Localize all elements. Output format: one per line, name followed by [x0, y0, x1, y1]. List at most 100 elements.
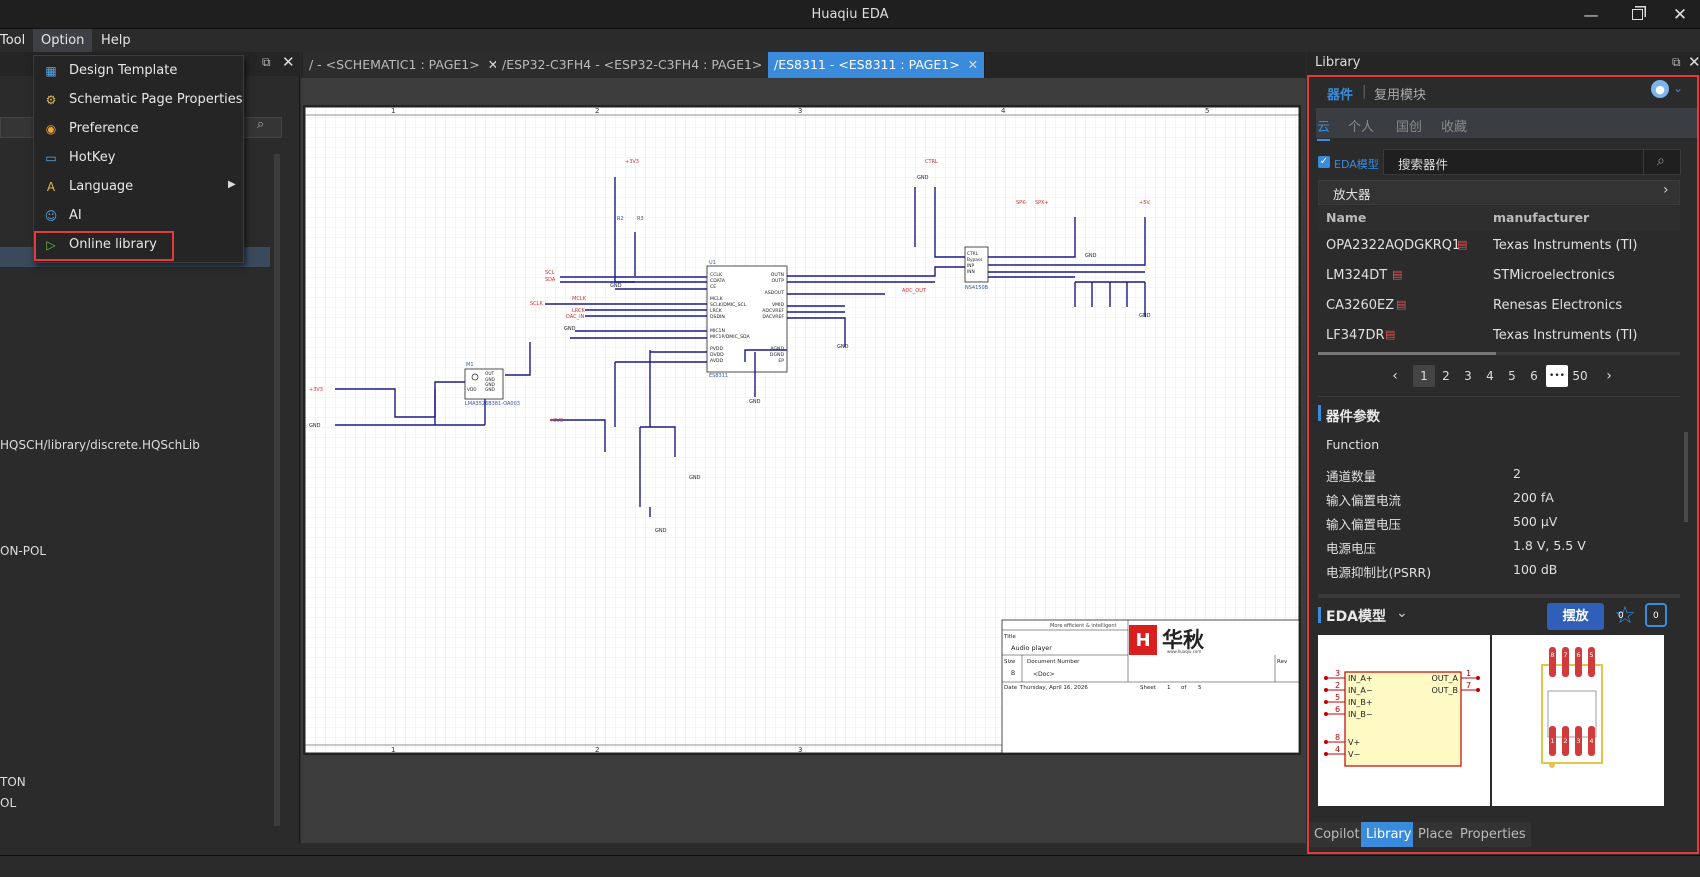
library-panel-header	[1307, 52, 1700, 75]
menu-item-label: Preference	[69, 121, 139, 136]
menu-item-label: HotKey	[69, 150, 116, 165]
svg-text:Sheet: Sheet	[1140, 685, 1157, 691]
search-icon: ⌕	[257, 117, 265, 132]
col-number: 3	[798, 746, 802, 753]
maximize-button[interactable]	[1614, 0, 1660, 29]
col-number: 5	[1205, 107, 1209, 115]
svg-text:H: H	[1135, 630, 1150, 651]
svg-text:GND: GND	[1139, 313, 1151, 319]
svg-text:MCLK: MCLK	[572, 296, 587, 302]
menu-item-label: Design Template	[69, 63, 178, 78]
menu-item-ai[interactable]: ☺ AI	[34, 201, 245, 230]
menu-bar	[0, 29, 1700, 52]
menu-item-schematic-page-properties[interactable]: ⚙ Schematic Page Properties	[34, 85, 245, 114]
project-scrollbar[interactable]	[274, 154, 280, 826]
svg-text:ADCVREF: ADCVREF	[762, 308, 784, 314]
svg-text:SCL: SCL	[545, 270, 555, 276]
svg-text:OUT: OUT	[485, 371, 495, 377]
svg-text:VMID: VMID	[772, 302, 784, 308]
tab-es8311[interactable]: /ES8311 - <ES8311 : PAGE1> ✕	[768, 52, 986, 78]
menu-item-design-template[interactable]: ▦ Design Template	[34, 56, 245, 85]
svg-text:GND: GND	[309, 423, 321, 429]
svg-text:Title: Title	[1003, 634, 1016, 640]
svg-text:DVDD: DVDD	[710, 352, 724, 358]
library-highlight-outline	[1307, 75, 1699, 854]
tree-item-on-pol[interactable]: ON-POL	[0, 544, 46, 558]
amplifier-symbol[interactable]: CTRL Bypass INP INN NS4150B	[964, 246, 989, 291]
svg-text:R2: R2	[617, 216, 624, 222]
svg-text:GND: GND	[564, 326, 576, 332]
svg-text:VDD: VDD	[467, 387, 477, 393]
menu-item-preference[interactable]: ◉ Preference	[34, 114, 245, 143]
close-panel-icon[interactable]: ✕	[1688, 53, 1700, 71]
menu-item-label: AI	[69, 208, 82, 223]
svg-text:Audio player: Audio player	[1011, 644, 1052, 652]
col-number: 4	[1001, 107, 1006, 115]
svg-text:U1: U1	[709, 260, 716, 266]
svg-text:+3V3: +3V3	[625, 159, 639, 165]
app-title: Huaqiu EDA	[811, 7, 889, 22]
svg-text:CDATA: CDATA	[710, 278, 726, 284]
tab-esp32[interactable]: /ESP32-C3FH4 - <ESP32-C3FH4 : PAGE1>✕	[496, 52, 788, 78]
svg-text:GND: GND	[917, 175, 929, 181]
keyboard-icon: ▭	[45, 150, 57, 165]
status-bar	[0, 855, 1700, 877]
svg-text:CTRL: CTRL	[925, 159, 938, 165]
close-tab-icon[interactable]: ✕	[968, 57, 978, 72]
svg-text:MCLK: MCLK	[710, 296, 724, 302]
menu-item-hotkey[interactable]: ▭ HotKey	[34, 143, 245, 172]
title-block: More efficient & intelligent Title Audio…	[1001, 619, 1299, 753]
es8311-label: ES8311	[709, 373, 728, 379]
tab-label: / - <SCHEMATIC1 : PAGE1>	[309, 57, 480, 72]
float-panel-icon[interactable]: ⧉	[1672, 55, 1681, 70]
svg-text:ASDOUT: ASDOUT	[765, 290, 785, 296]
library-path[interactable]: HQSCH/library/discrete.HQSchLib	[0, 438, 200, 452]
schematic-sheet[interactable]: 1 2 3 4 5 1 2 3 4 5 U1 ES8311 CCLK CDATA…	[303, 105, 1301, 755]
tab-label: /ESP32-C3FH4 - <ESP32-C3FH4 : PAGE1>	[502, 57, 763, 72]
svg-text:B: B	[1011, 670, 1015, 677]
menu-item-label: Schematic Page Properties	[69, 92, 243, 107]
svg-text:Bypass: Bypass	[967, 257, 983, 263]
col-number: 2	[595, 107, 599, 115]
svg-text:+3V3: +3V3	[549, 418, 563, 424]
svg-text:1: 1	[1167, 685, 1171, 691]
svg-text:GND: GND	[1085, 253, 1097, 259]
svg-text:+5V: +5V	[1139, 200, 1150, 206]
svg-text:SCLK/DMIC_SCL: SCLK/DMIC_SCL	[710, 302, 747, 308]
svg-text:www.huaqiu.com: www.huaqiu.com	[1167, 649, 1201, 654]
svg-text:ADC_OUT: ADC_OUT	[902, 288, 927, 294]
menu-option[interactable]: Option	[33, 29, 93, 52]
maximize-icon	[1631, 9, 1643, 20]
svg-text:SPK-: SPK-	[1016, 200, 1027, 206]
col-number: 1	[391, 107, 395, 115]
svg-text:CE: CE	[710, 284, 716, 290]
svg-text:5: 5	[1198, 685, 1202, 691]
svg-text:CTRL: CTRL	[967, 251, 979, 257]
svg-text:NS4150B: NS4150B	[965, 285, 989, 291]
menu-help[interactable]: Help	[93, 29, 139, 52]
svg-text:GND: GND	[689, 475, 701, 481]
tab-schematic1[interactable]: / - <SCHEMATIC1 : PAGE1> ✕	[303, 52, 506, 78]
menu-item-language[interactable]: A Language ▶	[34, 172, 245, 201]
tree-item-ol[interactable]: OL	[0, 796, 16, 810]
tree-item-ton[interactable]: TON	[0, 775, 26, 789]
minimize-button[interactable]: —	[1568, 0, 1614, 29]
svg-text:GND: GND	[610, 283, 622, 289]
col-number: 1	[391, 746, 395, 753]
template-icon: ▦	[45, 63, 57, 78]
svg-text:LRCK: LRCK	[710, 308, 723, 314]
svg-text:MIC1N: MIC1N	[710, 328, 725, 334]
minimize-icon: —	[1583, 5, 1599, 24]
preference-icon: ◉	[45, 121, 57, 136]
submenu-arrow-icon: ▶	[228, 179, 236, 190]
svg-text:OUTN: OUTN	[771, 272, 784, 278]
close-window-button[interactable]: ✕	[1657, 0, 1700, 29]
close-panel-icon[interactable]: ✕	[282, 53, 295, 71]
svg-text:DAC_IN: DAC_IN	[566, 314, 585, 320]
svg-text:PVDD: PVDD	[710, 346, 723, 352]
es8311-symbol[interactable]: U1 ES8311 CCLK CDATA CE MCLK SCLK/DMIC_S…	[706, 260, 788, 379]
menu-tool[interactable]: Tool	[0, 29, 33, 52]
float-panel-icon[interactable]: ⧉	[262, 55, 271, 70]
ai-robot-icon: ☺	[44, 208, 58, 223]
svg-text:LMA3526B381-OA003: LMA3526B381-OA003	[465, 401, 520, 407]
